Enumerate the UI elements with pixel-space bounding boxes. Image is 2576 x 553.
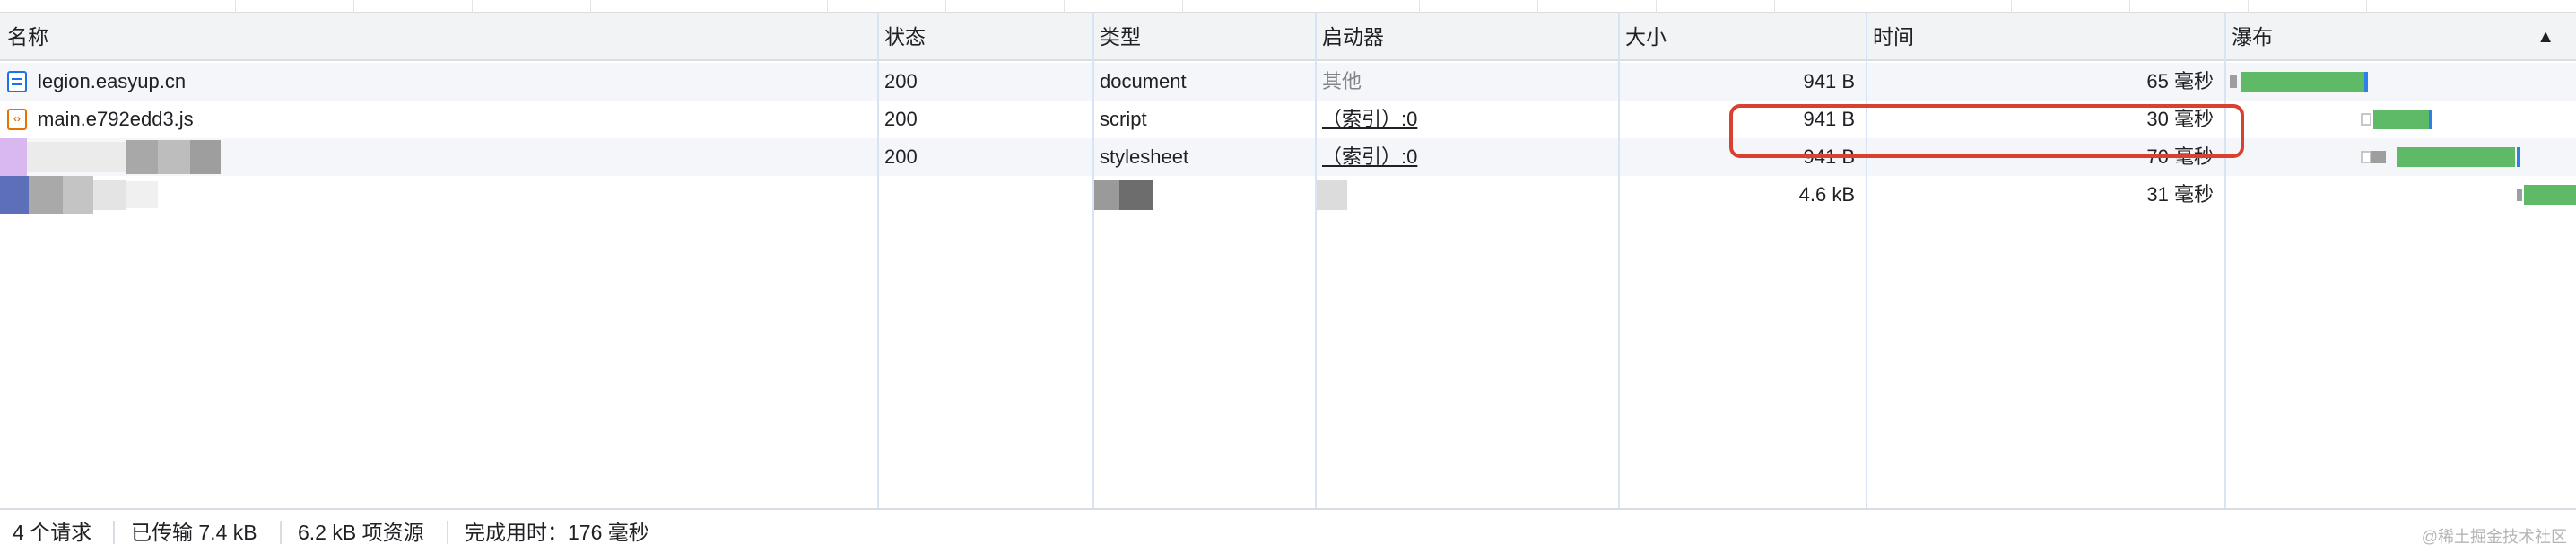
column-header-status[interactable]: 状态: [877, 13, 1092, 61]
column-header-type[interactable]: 类型: [1092, 13, 1315, 61]
column-header-size[interactable]: 大小: [1618, 13, 1866, 61]
column-divider[interactable]: [1315, 13, 1317, 508]
waterfall-download-bar: [2241, 72, 2364, 92]
overview-timeline[interactable]: [0, 0, 2576, 13]
column-header-waterfall-label: 瀑布: [2232, 25, 2273, 48]
request-name-cell: [0, 138, 877, 176]
timeline-tick: [827, 0, 828, 13]
table-row[interactable]: legion.easyup.cn 200 document 其他 941 B 6…: [0, 63, 2576, 101]
status-cell: 200: [884, 108, 918, 130]
transferred-size: 已传输 7.4 kB: [131, 521, 257, 544]
timeline-tick: [235, 0, 236, 13]
sort-ascending-icon[interactable]: ▲: [2537, 13, 2554, 61]
type-cell: document: [1100, 70, 1187, 92]
type-cell: [1092, 176, 1315, 214]
time-cell: 31 毫秒: [2146, 183, 2214, 206]
column-header-waterfall[interactable]: 瀑布: [2224, 13, 2576, 61]
redacted-name: [93, 180, 126, 210]
waterfall-queue-segment: [2517, 189, 2522, 201]
timeline-tick: [1774, 0, 1775, 13]
highlight-annotation: [1729, 104, 2244, 158]
waterfall-cell: [2224, 63, 2576, 101]
timeline-tick: [1064, 0, 1065, 13]
summary-divider: [280, 521, 282, 544]
column-divider[interactable]: [1866, 13, 1867, 508]
column-header-time[interactable]: 时间: [1866, 13, 2224, 61]
status-cell: 200: [884, 145, 918, 168]
waterfall-queue-segment: [2230, 75, 2237, 88]
timeline-tick: [1419, 0, 1420, 13]
type-cell: stylesheet: [1100, 145, 1189, 168]
initiator-link[interactable]: （索引）:0: [1315, 138, 1618, 176]
initiator-cell: [1315, 176, 1618, 214]
waterfall-cell: [2224, 138, 2576, 176]
redacted-icon: [0, 138, 27, 176]
time-cell: 65 毫秒: [2146, 70, 2214, 92]
timeline-tick: [353, 0, 354, 13]
request-name-cell: ‹› main.e792edd3.js: [0, 101, 877, 138]
waterfall-download-bar: [2524, 185, 2576, 205]
timeline-tick: [1656, 0, 1657, 13]
table-row[interactable]: 4.6 kB 31 毫秒: [0, 176, 2576, 214]
waterfall-queue-segment: [2361, 151, 2371, 163]
waterfall-end-marker: [2364, 72, 2368, 92]
redacted-name: [158, 140, 190, 174]
type-cell: script: [1100, 108, 1147, 130]
finish-time: 完成用时：176 毫秒: [465, 521, 649, 544]
initiator-cell: 其他: [1322, 70, 1362, 92]
redacted-name: [29, 176, 63, 214]
column-header-initiator[interactable]: 启动器: [1315, 13, 1618, 61]
redacted-name: [126, 181, 158, 208]
redacted-name: [63, 176, 93, 214]
redacted-name: [126, 140, 158, 174]
timeline-tick: [472, 0, 473, 13]
redacted-name: [27, 142, 126, 172]
size-cell: 4.6 kB: [1798, 183, 1855, 206]
timeline-tick: [590, 0, 591, 13]
timeline-tick: [945, 0, 946, 13]
column-divider[interactable]: [877, 13, 879, 508]
timeline-tick: [2129, 0, 2130, 13]
waterfall-download-bar: [2397, 147, 2515, 167]
size-cell: 941 B: [1803, 70, 1856, 92]
timeline-tick: [2011, 0, 2012, 13]
document-icon: [7, 71, 27, 92]
redacted-name: [190, 140, 221, 174]
network-summary-bar: 4 个请求 已传输 7.4 kB 6.2 kB 项资源 完成用时：176 毫秒 …: [0, 508, 2576, 553]
resource-size: 6.2 kB 项资源: [298, 521, 424, 544]
timeline-tick: [2366, 0, 2367, 13]
timeline-tick: [2248, 0, 2249, 13]
redacted-initiator: [1315, 180, 1347, 210]
request-name-cell: [0, 176, 877, 214]
waterfall-queue-segment: [2361, 113, 2371, 126]
redacted-icon: [0, 176, 29, 214]
request-count: 4 个请求: [13, 521, 92, 544]
waterfall-stall-segment: [2371, 151, 2386, 163]
initiator-link[interactable]: （索引）:0: [1315, 101, 1618, 138]
request-name-cell: legion.easyup.cn: [0, 63, 877, 101]
watermark: @稀土掘金技术社区: [2421, 528, 2567, 546]
waterfall-end-marker: [2429, 110, 2432, 129]
timeline-tick: [1182, 0, 1183, 13]
script-icon: ‹›: [7, 109, 27, 130]
waterfall-end-marker: [2517, 147, 2520, 167]
column-header-name[interactable]: 名称: [0, 13, 877, 61]
summary-divider: [447, 521, 448, 544]
status-cell: [877, 176, 1092, 214]
waterfall-cell: [2224, 101, 2576, 138]
timeline-tick: [1537, 0, 1538, 13]
summary-divider: [113, 521, 115, 544]
waterfall-cell: [2224, 176, 2576, 214]
waterfall-download-bar: [2373, 110, 2429, 129]
column-divider[interactable]: [1618, 13, 1620, 508]
status-cell: 200: [884, 70, 918, 92]
network-request-table: 名称 状态 类型 启动器 大小 时间 瀑布 ▲ legion.easyup.cn…: [0, 13, 2576, 508]
column-divider[interactable]: [1092, 13, 1094, 508]
request-name: main.e792edd3.js: [38, 108, 194, 130]
request-name: legion.easyup.cn: [38, 70, 187, 92]
column-divider[interactable]: [2224, 13, 2226, 508]
redacted-type: [1119, 180, 1153, 210]
table-header: 名称 状态 类型 启动器 大小 时间 瀑布 ▲: [0, 13, 2576, 61]
